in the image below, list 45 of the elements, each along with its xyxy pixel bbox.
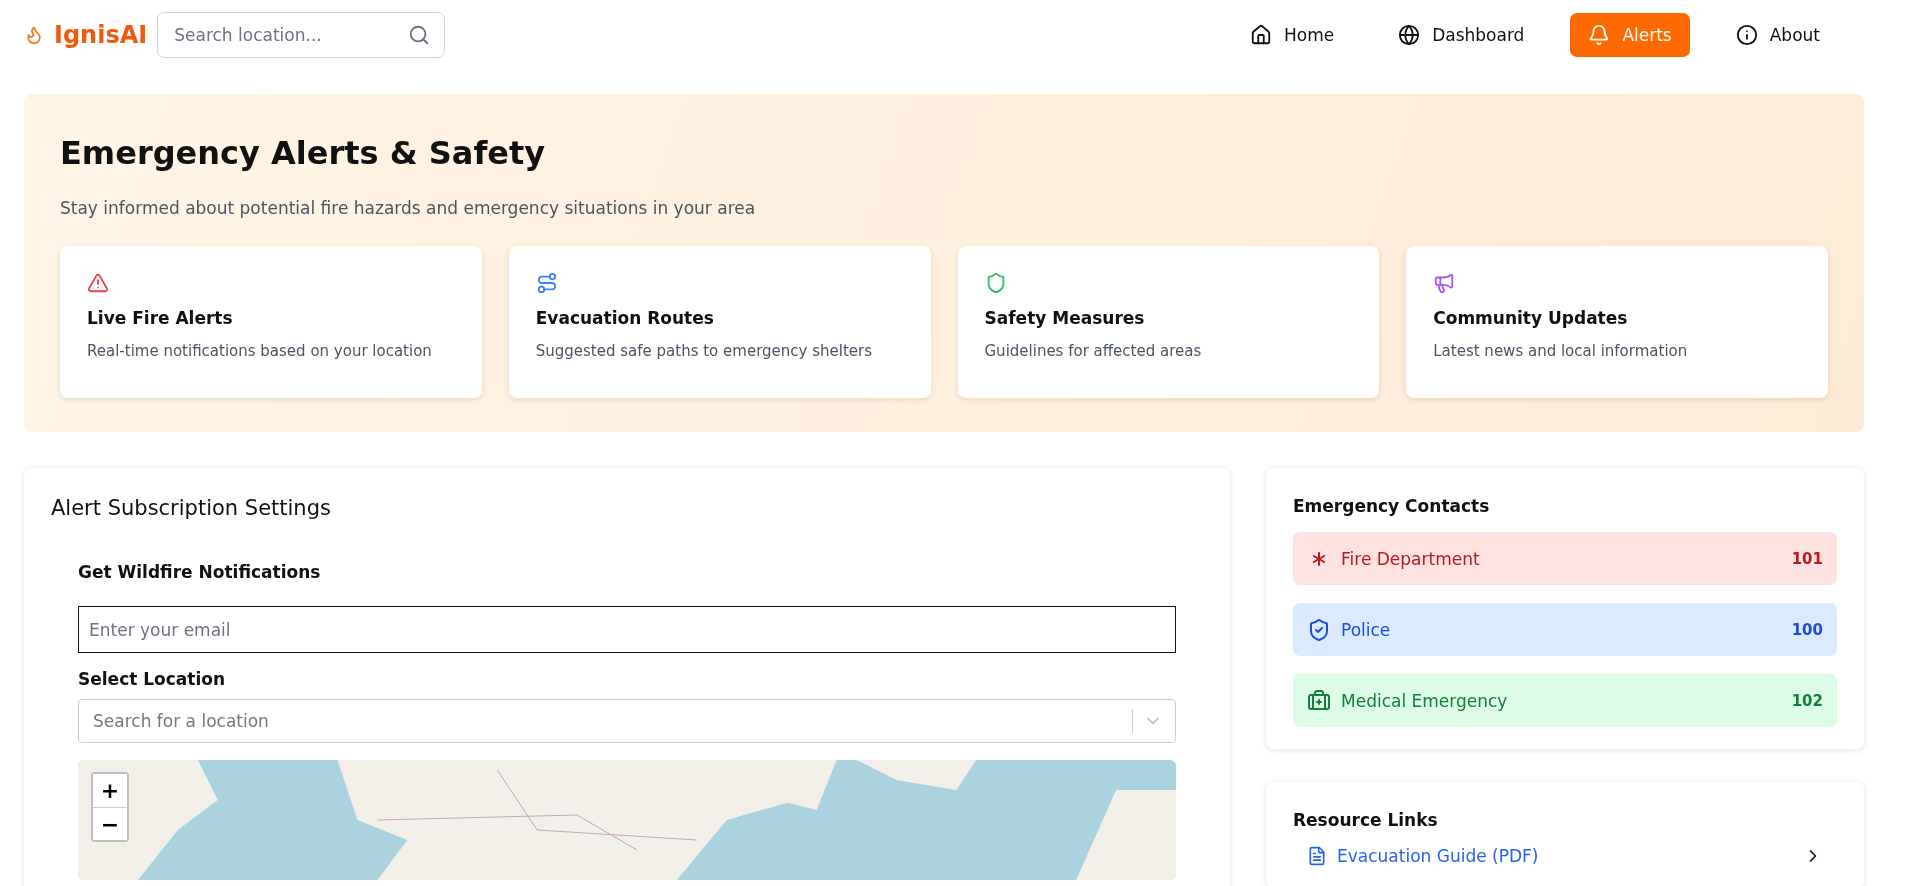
search-box[interactable]: Search location...: [157, 12, 446, 58]
contact-item[interactable]: Medical Emergency 102: [1293, 674, 1837, 727]
field-label: Select Location: [78, 669, 227, 689]
contact-name: Police: [1341, 619, 1391, 640]
section-title: Get Wildfire Notifications: [78, 562, 322, 582]
info-icon: [1735, 24, 1758, 46]
route-icon: [535, 272, 558, 294]
location-dropdown[interactable]: Search for a location: [78, 699, 1176, 743]
flame-icon: [24, 25, 44, 45]
contact-item[interactable]: Fire Department 101: [1293, 532, 1837, 585]
feature-title: Community Updates: [1433, 308, 1629, 328]
contact-number: 101: [1791, 549, 1823, 568]
feature-description: Latest news and local information: [1433, 342, 1689, 360]
megaphone-icon: [1433, 272, 1456, 294]
contact-number: 100: [1791, 620, 1823, 639]
warning-icon: [87, 272, 109, 294]
card-title: Emergency Contacts: [1293, 496, 1491, 516]
panel-title: Alert Subscription Settings: [51, 496, 332, 520]
contact-name: Fire Department: [1341, 548, 1480, 569]
shield-icon: [1307, 617, 1331, 642]
contact-name: Medical Emergency: [1341, 690, 1508, 711]
contact-number: 102: [1791, 691, 1823, 710]
feature-title: Safety Measures: [984, 308, 1146, 328]
zoom-out-button[interactable]: −: [93, 807, 127, 840]
email-field[interactable]: Enter your email: [78, 606, 1176, 653]
nav-link[interactable]: Dashboard: [1380, 13, 1543, 57]
document-icon: [1307, 846, 1327, 866]
card-title: Resource Links: [1293, 810, 1439, 830]
feature-description: Guidelines for affected areas: [984, 342, 1203, 360]
page-subtitle: Stay informed about potential fire hazards and emergency situations in your area: [60, 198, 757, 218]
page-title: Emergency Alerts & Safety: [60, 134, 547, 172]
bell-icon: [1588, 24, 1611, 46]
feature-title: Live Fire Alerts: [87, 308, 234, 328]
feature-description: Suggested safe paths to emergency shelters: [535, 342, 873, 360]
medical-kit-icon: [1307, 688, 1331, 713]
contact-item[interactable]: Police 100: [1293, 603, 1837, 656]
brand-name: IgnisAI: [54, 21, 148, 49]
house-icon: [1249, 24, 1272, 46]
feature-title: Evacuation Routes: [535, 308, 715, 328]
nav-link[interactable]: About: [1717, 13, 1838, 57]
feature-description: Real-time notifications based on your location: [87, 342, 433, 360]
nav-link[interactable]: Home: [1231, 13, 1353, 57]
search-icon[interactable]: [408, 24, 431, 46]
resource-link[interactable]: Evacuation Guide (PDF): [1293, 846, 1837, 866]
globe-icon: [1398, 24, 1421, 46]
